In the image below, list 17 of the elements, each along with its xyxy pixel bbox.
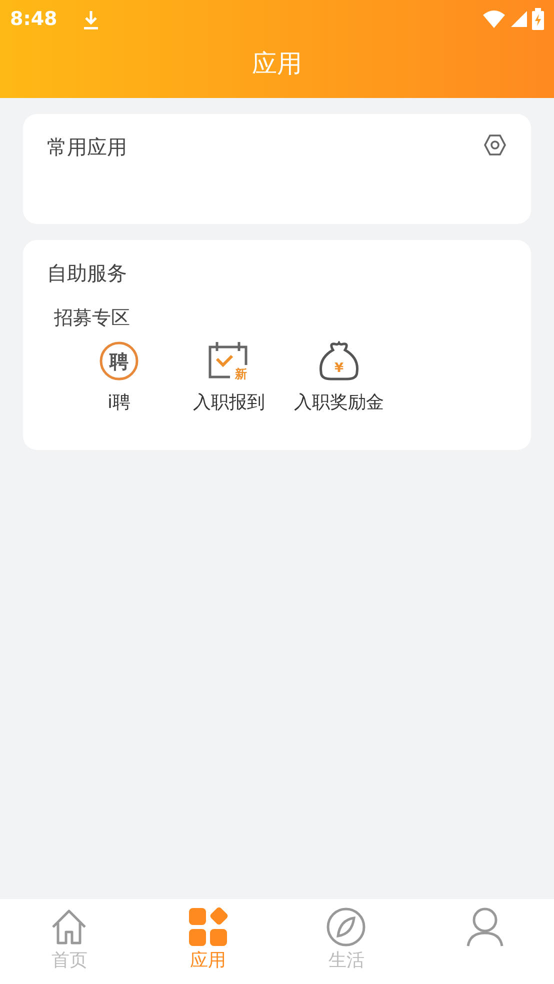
person-icon [464, 907, 505, 947]
wifi-icon [482, 9, 506, 29]
section-title: 自助服务 [47, 260, 127, 287]
settings-icon[interactable] [483, 132, 507, 157]
group-title: 招募专区 [54, 306, 131, 331]
section-title: 常用应用 [47, 134, 127, 161]
clock: 8:48 [10, 6, 58, 32]
hire-icon: 聘 [99, 340, 139, 380]
app-button[interactable]: ¥ 入职奖励金 [284, 340, 394, 416]
battery-icon [532, 8, 544, 30]
app-button[interactable]: 聘 i聘 [64, 340, 174, 416]
compass-icon [326, 907, 366, 947]
app-button[interactable]: 新 入职报到 [174, 340, 284, 416]
grid-icon [188, 907, 228, 947]
money-bag-icon: ¥ [318, 340, 360, 380]
page-title: 应用 [252, 48, 302, 80]
signal-icon [510, 10, 528, 28]
